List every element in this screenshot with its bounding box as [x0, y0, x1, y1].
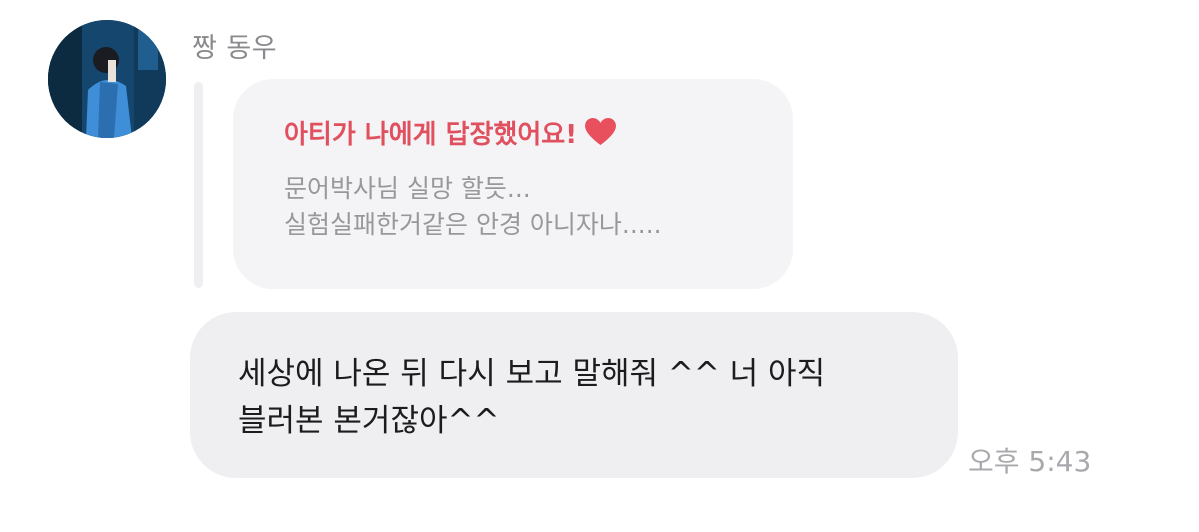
reply-quoted-text: 문어박사님 실망 할듯... 실험실패한거같은 안경 아니자나.....: [284, 171, 793, 243]
reply-header: 아티가 나에게 답장했어요!: [284, 109, 793, 155]
message-line: 세상에 나온 뒤 다시 보고 말해줘 ^^ 너 아직: [238, 356, 826, 392]
reply-header-label: 아티가 나에게 답장했어요!: [284, 119, 578, 150]
message-bubble[interactable]: 세상에 나온 뒤 다시 보고 말해줘 ^^ 너 아직 블러본 본거잖아^^: [190, 312, 958, 478]
message-timestamp: 오후 5:43: [968, 445, 1092, 478]
reply-line: 실험실패한거같은 안경 아니자나.....: [284, 210, 662, 239]
heart-icon: [585, 118, 617, 146]
reply-indicator-bar: [194, 82, 203, 288]
message-text: 세상에 나온 뒤 다시 보고 말해줘 ^^ 너 아직 블러본 본거잖아^^: [238, 351, 958, 445]
message-line: 블러본 본거잖아^^: [238, 403, 500, 439]
reply-line: 문어박사님 실망 할듯...: [284, 174, 531, 203]
sender-name: 짱 동우: [192, 33, 278, 64]
avatar[interactable]: [48, 20, 166, 138]
profile-photo: [48, 20, 166, 138]
reply-preview-bubble[interactable]: 아티가 나에게 답장했어요! 문어박사님 실망 할듯... 실험실패한거같은 안…: [233, 79, 793, 289]
